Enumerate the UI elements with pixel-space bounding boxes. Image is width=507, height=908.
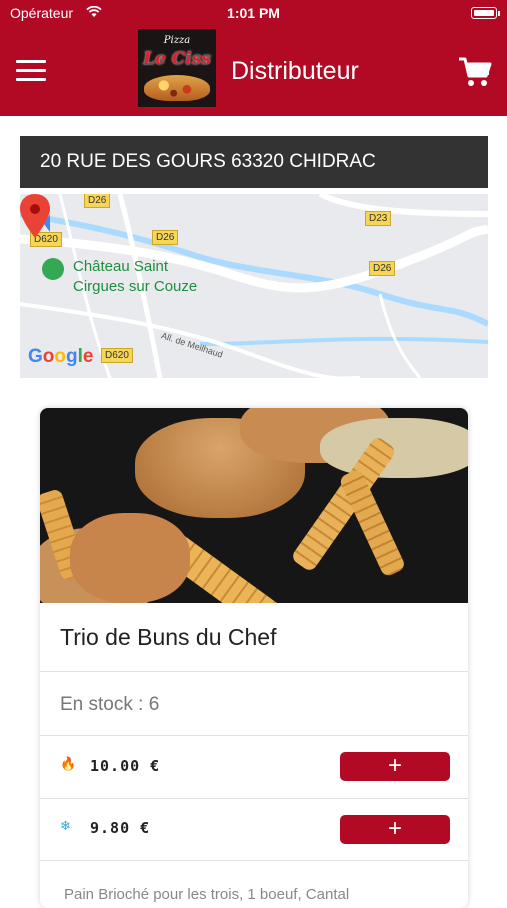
tree-icon xyxy=(42,258,64,280)
google-logo: Google xyxy=(28,346,94,367)
location-pin-icon[interactable] xyxy=(20,194,50,238)
road-label: D620 xyxy=(101,348,133,363)
poi-label-line1: Château Saint xyxy=(73,258,169,275)
stock-count: En stock : 6 xyxy=(60,694,160,715)
status-bar: Opérateur 1:01 PM xyxy=(0,0,507,28)
logo-text-main: Le Ciss xyxy=(143,49,211,69)
snowflake-icon: ❄ xyxy=(60,818,71,833)
logo-pizza-image xyxy=(144,75,210,101)
battery-icon xyxy=(471,7,500,19)
product-name: Trio de Buns du Chef xyxy=(60,624,277,650)
road-label: D26 xyxy=(369,261,396,276)
product-card: Trio de Buns du Chef En stock : 6 🔥 10.0… xyxy=(40,408,468,908)
poi-label-line2: Cirgues sur Couze xyxy=(73,278,198,295)
location-map[interactable]: D26 D620 D26 D23 D26 D620 Château Saint … xyxy=(20,194,488,378)
price-hot: 10.00 € xyxy=(90,757,161,775)
add-frozen-button[interactable]: + xyxy=(340,815,450,844)
road-label: D23 xyxy=(365,211,392,226)
divider xyxy=(40,860,468,861)
fire-icon: 🔥 xyxy=(60,756,77,771)
divider xyxy=(40,798,468,799)
cart-icon[interactable] xyxy=(458,56,492,88)
address-text: 20 RUE DES GOURS 63320 CHIDRAC xyxy=(40,151,376,172)
logo-text-top: Pizza xyxy=(163,35,191,46)
price-frozen: 9.80 € xyxy=(90,819,151,837)
add-hot-button[interactable]: + xyxy=(340,752,450,781)
brand-logo: Pizza Le Ciss xyxy=(138,29,216,107)
add-button-label: + xyxy=(387,815,402,842)
road-label: D26 xyxy=(84,194,111,208)
divider xyxy=(40,735,468,736)
poi-label[interactable]: Château Saint Cirgues sur Couze xyxy=(73,257,197,297)
add-button-label: + xyxy=(387,752,402,779)
divider xyxy=(40,671,468,672)
product-photo xyxy=(40,408,468,603)
page-title: Distributeur xyxy=(231,57,359,85)
app-header: Opérateur 1:01 PM Pizza Le Ciss Distribu… xyxy=(0,0,507,116)
road-label: D26 xyxy=(152,230,179,245)
address-banner: 20 RUE DES GOURS 63320 CHIDRAC xyxy=(20,136,488,188)
menu-icon[interactable] xyxy=(16,60,46,82)
clock: 1:01 PM xyxy=(227,5,280,21)
product-description: Pain Brioché pour les trois, 1 boeuf, Ca… xyxy=(64,886,350,903)
